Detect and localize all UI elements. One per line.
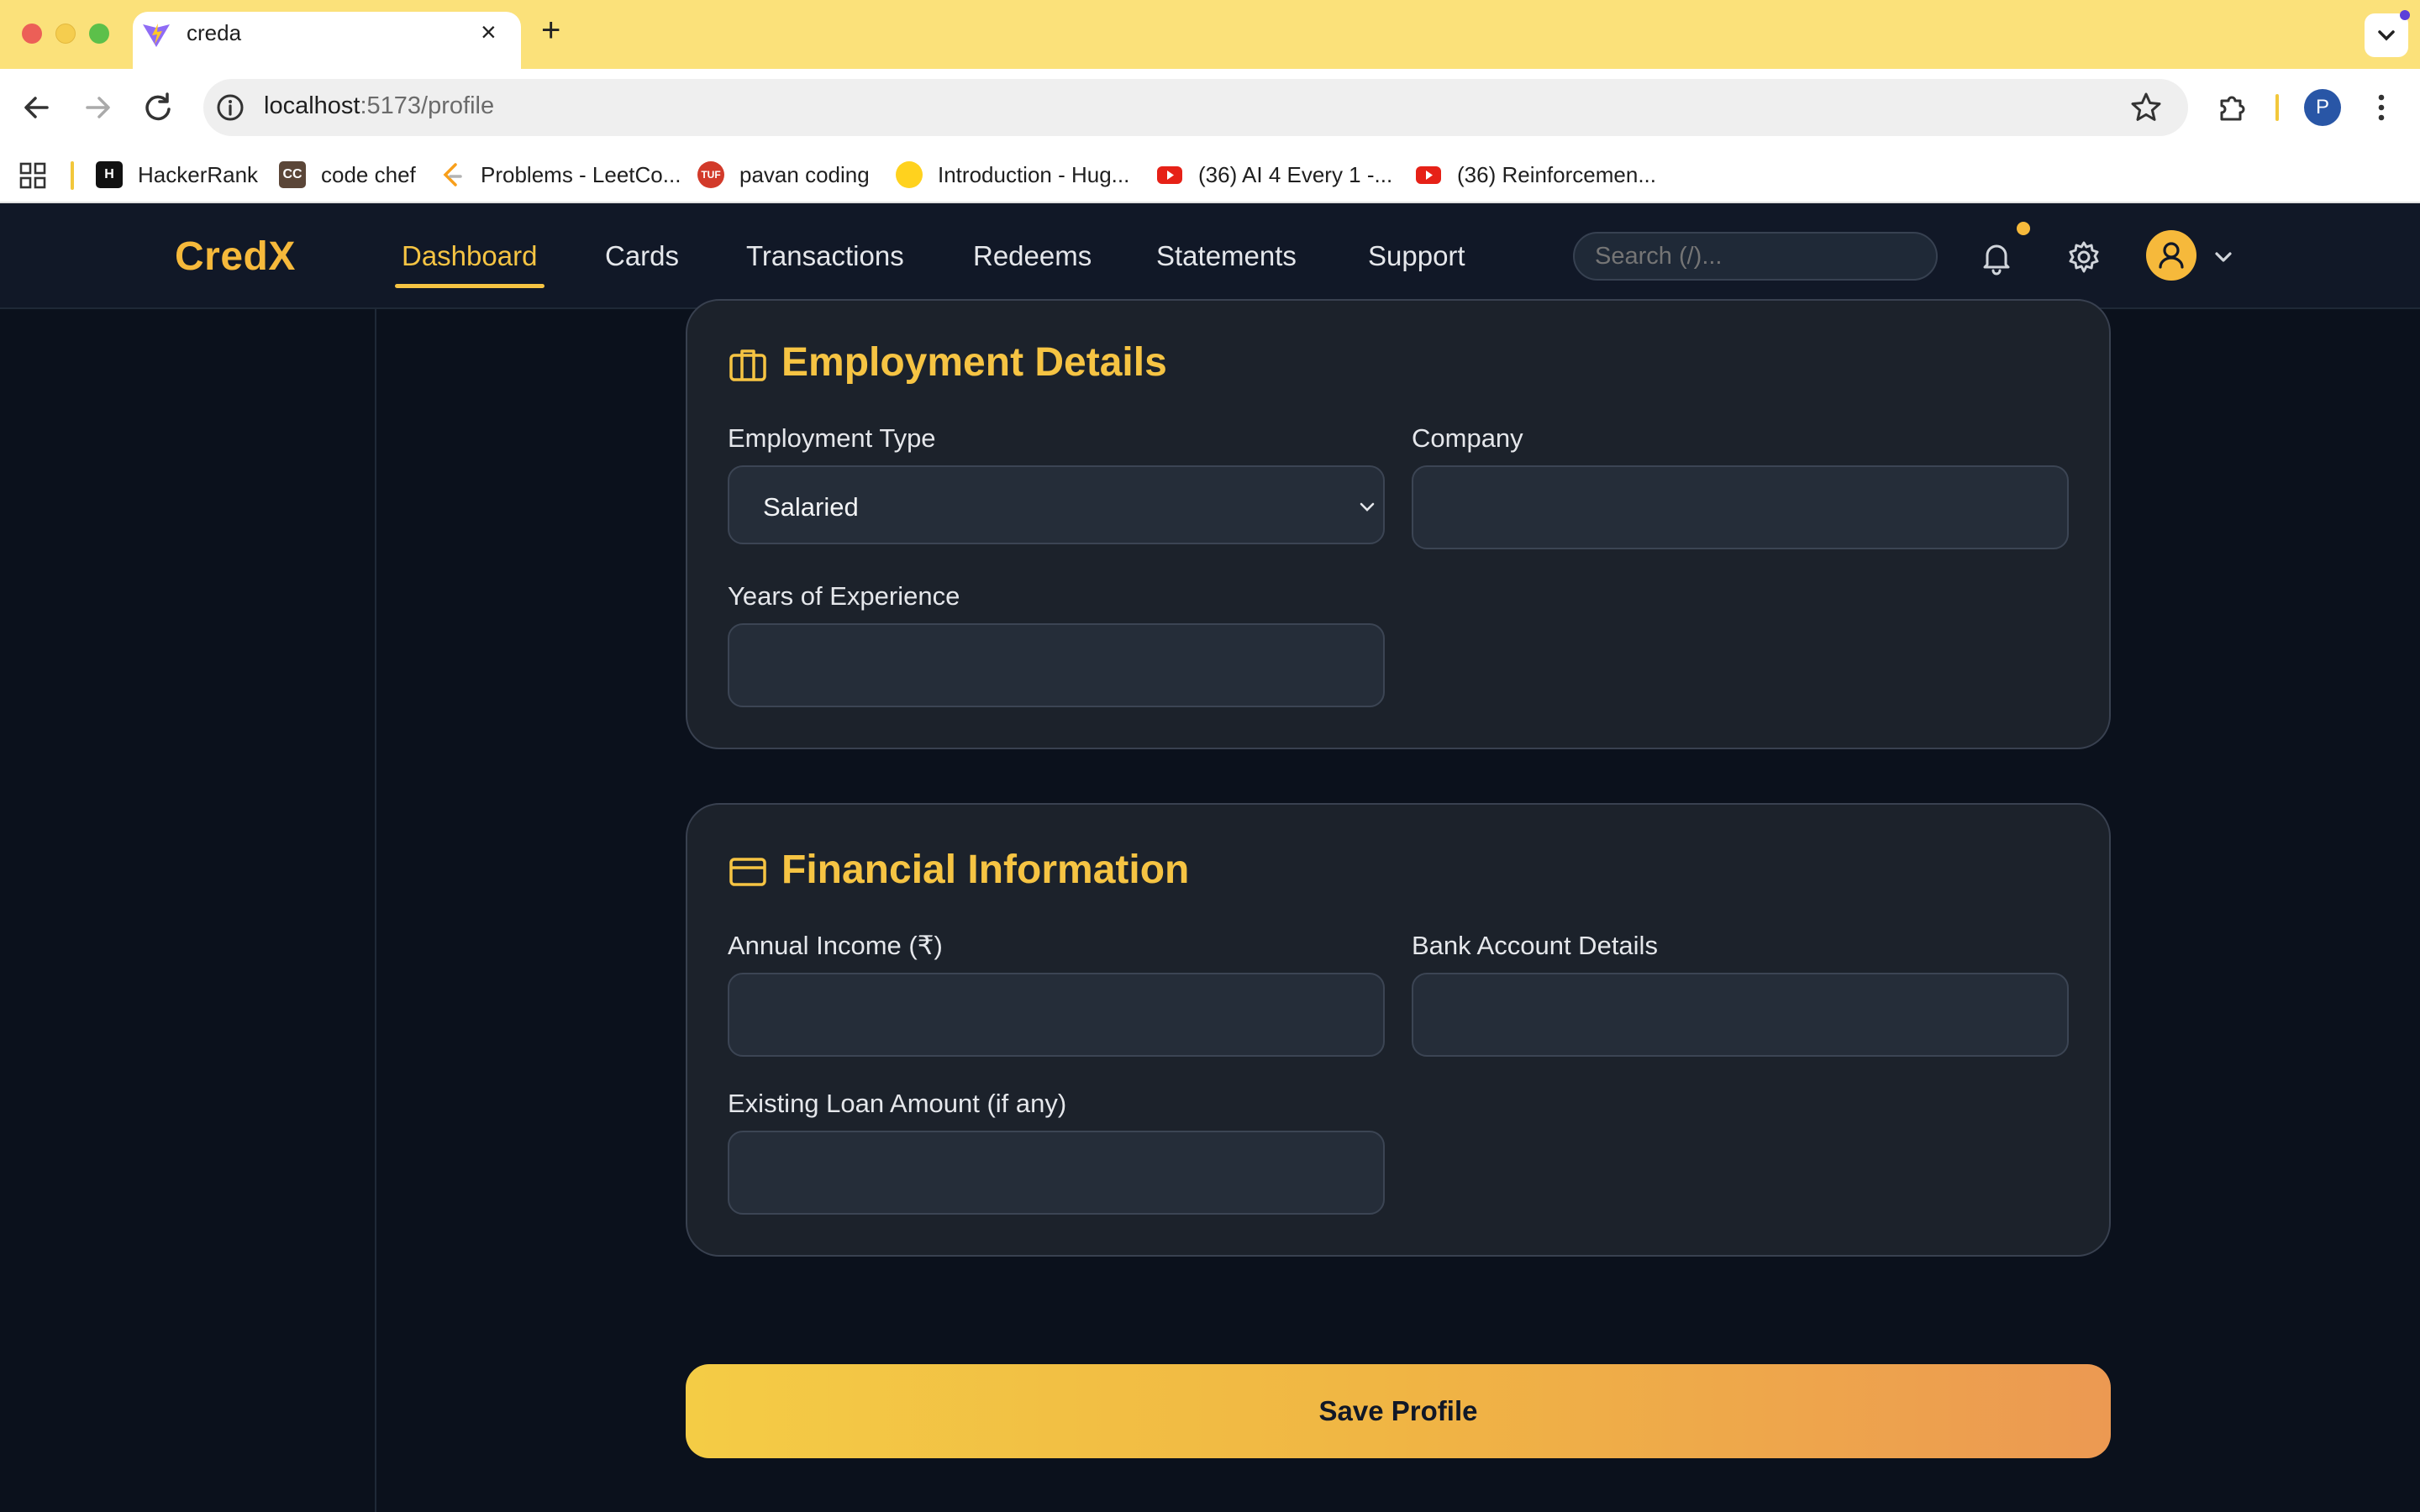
briefcase-icon xyxy=(729,349,766,381)
address-bar[interactable] xyxy=(203,79,2188,136)
employment-title: Employment Details xyxy=(781,340,1167,385)
employment-type-label: Employment Type xyxy=(728,423,936,453)
bookmark-codechef[interactable]: CC code chef xyxy=(279,160,416,190)
nav-transactions[interactable]: Transactions xyxy=(746,240,904,272)
experience-input[interactable] xyxy=(728,623,1385,707)
user-avatar[interactable] xyxy=(2146,230,2196,281)
bookmark-hackerrank[interactable]: H HackerRank xyxy=(96,160,258,190)
tuf-icon: TUF xyxy=(697,161,724,188)
save-profile-button[interactable]: Save Profile xyxy=(686,1364,2111,1458)
url-path: :5173/profile xyxy=(360,92,495,119)
bookmark-label: Introduction - Hug... xyxy=(938,161,1130,187)
close-window-button[interactable] xyxy=(22,24,42,44)
huggingface-icon xyxy=(896,161,923,188)
credit-card-icon xyxy=(729,858,766,886)
bookmark-huggingface[interactable]: Introduction - Hug... xyxy=(896,160,1129,190)
bookmark-leetcode[interactable]: Problems - LeetCo... xyxy=(439,160,681,190)
loan-amount-label: Existing Loan Amount (if any) xyxy=(728,1089,1067,1118)
minimize-window-button[interactable] xyxy=(55,24,76,44)
vite-favicon-icon xyxy=(143,24,170,47)
hackerrank-icon: H xyxy=(96,161,123,188)
nav-redeems[interactable]: Redeems xyxy=(973,240,1092,272)
url-text[interactable]: localhost:5173/profile xyxy=(264,92,494,120)
bookmark-youtube-rl[interactable]: (36) Reinforcemen... xyxy=(1415,160,1656,190)
nav-cards[interactable]: Cards xyxy=(605,240,679,272)
bookmark-youtube-ai[interactable]: (36) AI 4 Every 1 -... xyxy=(1156,160,1392,190)
browser-profile-avatar[interactable]: P xyxy=(2304,89,2341,126)
bookmark-label: pavan coding xyxy=(739,161,870,187)
site-info-icon[interactable] xyxy=(215,92,245,123)
active-nav-indicator xyxy=(395,284,544,288)
notification-badge xyxy=(2017,222,2030,235)
sidebar-divider xyxy=(375,309,376,1512)
extensions-puzzle-icon[interactable] xyxy=(2215,89,2252,126)
toolbar-divider xyxy=(2275,94,2279,121)
bookmark-label: code chef xyxy=(321,161,416,187)
company-label: Company xyxy=(1412,423,1523,453)
url-host: localhost xyxy=(264,92,360,119)
tab-title: creda xyxy=(187,20,242,45)
bank-account-label: Bank Account Details xyxy=(1412,931,1658,960)
bookmark-star-icon[interactable] xyxy=(2128,89,2165,126)
employment-type-select[interactable]: Salaried xyxy=(728,465,1385,544)
reload-icon[interactable] xyxy=(138,87,178,128)
bank-account-input[interactable] xyxy=(1412,973,2069,1057)
leetcode-icon xyxy=(443,163,462,186)
tab-search-button[interactable] xyxy=(2365,13,2408,57)
notification-dot xyxy=(2400,10,2410,20)
income-label: Annual Income (₹) xyxy=(728,931,943,960)
codechef-icon: CC xyxy=(279,161,306,188)
user-icon xyxy=(2159,242,2184,269)
financial-title: Financial Information xyxy=(781,848,1190,892)
employment-type-value: Salaried xyxy=(763,492,859,522)
gear-icon[interactable] xyxy=(2065,239,2102,276)
experience-label: Years of Experience xyxy=(728,581,960,611)
search-input[interactable] xyxy=(1573,232,1938,281)
youtube-icon xyxy=(1416,166,1441,184)
nav-statements[interactable]: Statements xyxy=(1156,240,1297,272)
bookmark-label: (36) AI 4 Every 1 -... xyxy=(1198,161,1393,187)
forward-arrow-icon[interactable] xyxy=(77,87,118,128)
nav-dashboard[interactable]: Dashboard xyxy=(402,240,537,272)
apps-grid-icon[interactable] xyxy=(18,161,47,190)
new-tab-icon[interactable]: + xyxy=(541,13,560,47)
bookmark-label: Problems - LeetCo... xyxy=(481,161,681,187)
bookmark-pavan-coding[interactable]: TUF pavan coding xyxy=(697,160,870,190)
bookmark-label: (36) Reinforcemen... xyxy=(1457,161,1656,187)
tab-close-icon[interactable]: × xyxy=(481,18,497,45)
bookmark-label: HackerRank xyxy=(138,161,259,187)
more-menu-icon[interactable] xyxy=(2370,89,2393,126)
back-arrow-icon[interactable] xyxy=(17,87,57,128)
company-input[interactable] xyxy=(1412,465,2069,549)
bookmarks-divider xyxy=(71,161,74,190)
youtube-icon xyxy=(1157,166,1182,184)
chevron-down-icon xyxy=(2378,30,2395,41)
loan-amount-input[interactable] xyxy=(728,1131,1385,1215)
bell-icon[interactable] xyxy=(1978,239,2015,276)
income-input[interactable] xyxy=(728,973,1385,1057)
nav-support[interactable]: Support xyxy=(1368,240,1465,272)
chevron-down-icon xyxy=(1360,502,1375,512)
chevron-down-icon[interactable] xyxy=(2210,244,2237,270)
brand-logo[interactable]: CredX xyxy=(175,234,296,280)
maximize-window-button[interactable] xyxy=(89,24,109,44)
